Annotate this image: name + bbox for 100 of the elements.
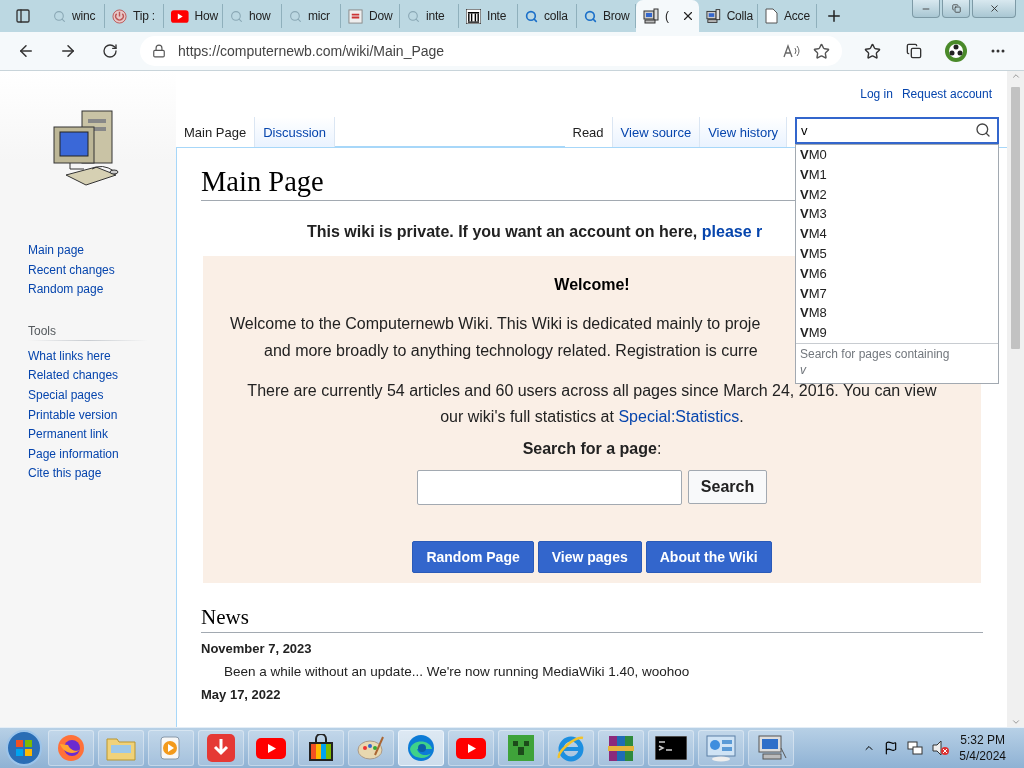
news-date: November 7, 2023	[201, 641, 313, 656]
play-icon	[256, 737, 286, 759]
sidebar-link[interactable]: Permanent link	[28, 425, 109, 445]
network-icon[interactable]	[907, 740, 924, 756]
wiki-button[interactable]: About the Wiki	[645, 541, 772, 573]
browser-tab[interactable]: colla	[518, 4, 577, 28]
suggestion-item[interactable]: VM7	[796, 283, 998, 304]
suggestion-item[interactable]: VM9	[796, 323, 998, 343]
search-button[interactable]: Search	[687, 470, 768, 504]
more-icon	[991, 49, 1005, 53]
forward-arrow-icon	[59, 42, 77, 60]
browser-tab[interactable]: Inte	[459, 4, 518, 28]
sidebar-link[interactable]: Main page	[28, 241, 85, 261]
browser-tab[interactable]: How	[164, 4, 223, 28]
view-tab[interactable]: View history	[700, 117, 787, 147]
sidebar-link[interactable]: Special pages	[28, 385, 104, 406]
tab-actions-icon[interactable]	[15, 8, 31, 24]
sidebar-link[interactable]: Page information	[28, 444, 119, 465]
search-containing-option[interactable]: Search for pages containing v	[796, 342, 998, 383]
statistics-link[interactable]: Special:Statistics	[618, 408, 740, 425]
suggestion-item[interactable]: VM1	[796, 164, 998, 185]
tab-title: (	[665, 9, 670, 23]
tab-title: Inte	[487, 9, 508, 23]
tab-title: Acce	[784, 9, 811, 23]
wiki-button[interactable]: View pages	[537, 541, 642, 573]
close-icon	[988, 3, 1000, 14]
page-search-field[interactable]	[416, 470, 682, 505]
tab-title: Dow	[369, 9, 394, 23]
account-link[interactable]: Request account	[901, 87, 992, 101]
url-text: https://computernewb.com/wiki/Main_Page	[178, 43, 446, 59]
collections-icon	[906, 43, 922, 59]
news-text: Been a while without an update... We're now running MediaWiki 1.40, woohoo	[224, 664, 691, 679]
welcome-text: and more broadly to anything technology related. Registration is curre	[263, 341, 758, 361]
block-game-icon	[508, 735, 534, 761]
read-aloud-icon[interactable]	[783, 44, 801, 58]
document-icon	[348, 8, 363, 24]
browser-tab[interactable]: how	[223, 4, 282, 28]
browser-tab[interactable]: Colla	[699, 4, 758, 28]
search-field[interactable]: v	[795, 117, 999, 144]
sidebar-link[interactable]: Recent changes	[28, 260, 115, 281]
welcome-heading: Welcome!	[554, 276, 630, 294]
start-button[interactable]	[4, 729, 44, 767]
download-icon	[207, 734, 235, 762]
browser-tab[interactable]: inte	[400, 4, 459, 28]
close-icon[interactable]	[681, 9, 695, 23]
suggestion-item[interactable]: VM2	[796, 184, 998, 205]
flag-icon[interactable]	[884, 741, 899, 755]
browser-tab[interactable]: Dow	[341, 4, 400, 28]
browser-tab[interactable]: Acce	[758, 4, 817, 28]
network-computer-icon	[755, 734, 787, 762]
suggestion-item[interactable]: VM6	[796, 263, 998, 284]
restore-button[interactable]	[942, 0, 970, 18]
museum-icon	[466, 8, 481, 24]
address-bar[interactable]: https://computernewb.com/wiki/Main_Page	[140, 36, 842, 66]
suggestion-item[interactable]: VM4	[796, 224, 998, 244]
new-tab-icon[interactable]	[825, 7, 843, 25]
play-icon	[171, 9, 189, 23]
statistics-text: There are currently 54 articles and 60 users across all pages since March 24, 2016. You can view our wiki's full statistics at Special:Statistics.	[246, 381, 938, 427]
suggestion-item[interactable]: VM5	[796, 244, 998, 264]
shopping-bag-icon	[308, 734, 334, 762]
sidebar-link[interactable]: Random page	[28, 280, 104, 300]
browser-tab[interactable]: Tip :	[105, 4, 164, 28]
add-favorite-icon[interactable]	[813, 42, 830, 60]
browser-tab[interactable]: micr	[282, 4, 341, 28]
wiki-button[interactable]: Random Page	[412, 541, 534, 573]
search-icon	[289, 9, 302, 23]
star-icon	[863, 42, 881, 60]
suggestion-item[interactable]: VM3	[796, 204, 998, 225]
edge-icon	[407, 734, 435, 762]
suggestion-item[interactable]: VM0	[796, 145, 998, 165]
scrollbar-thumb[interactable]	[1011, 87, 1020, 349]
search-icon[interactable]	[975, 122, 991, 138]
power-icon	[112, 8, 127, 24]
sidebar-heading: Tools	[28, 323, 56, 338]
muted-speaker-icon[interactable]	[932, 740, 951, 756]
clock[interactable]: 5:32 PM 5/4/2024	[959, 732, 1006, 764]
control-panel-icon	[705, 734, 737, 762]
news-heading: News	[201, 605, 983, 633]
sidebar-link[interactable]: What links here	[28, 346, 111, 367]
search-icon	[53, 9, 66, 23]
tab-title: how	[249, 9, 272, 23]
tab-title: Colla	[726, 9, 753, 23]
sidebar-link[interactable]: Related changes	[28, 366, 119, 386]
tab-title: inte	[426, 9, 446, 23]
scrollbar[interactable]	[1007, 71, 1024, 727]
search-icon	[584, 9, 597, 23]
welcome-text: Welcome to the Computernewb Wiki. This Wiki is dedicated mainly to proje	[229, 314, 761, 334]
browser-tab[interactable]: (	[636, 0, 699, 32]
account-link[interactable]: Log in	[860, 87, 893, 101]
browser-tab[interactable]: winc	[46, 4, 105, 28]
request-link[interactable]: please r	[701, 223, 763, 240]
page-tab[interactable]: Discussion	[255, 117, 335, 147]
sidebar-link[interactable]: Printable version	[28, 405, 118, 426]
suggestion-item[interactable]: VM8	[796, 303, 998, 324]
sidebar-link[interactable]: Cite this page	[28, 464, 102, 484]
tab-title: winc	[72, 9, 97, 23]
view-tab[interactable]: View source	[612, 117, 701, 147]
restore-icon	[951, 4, 961, 13]
news-date: May 17, 2022	[201, 687, 282, 702]
ie-icon	[557, 734, 585, 762]
